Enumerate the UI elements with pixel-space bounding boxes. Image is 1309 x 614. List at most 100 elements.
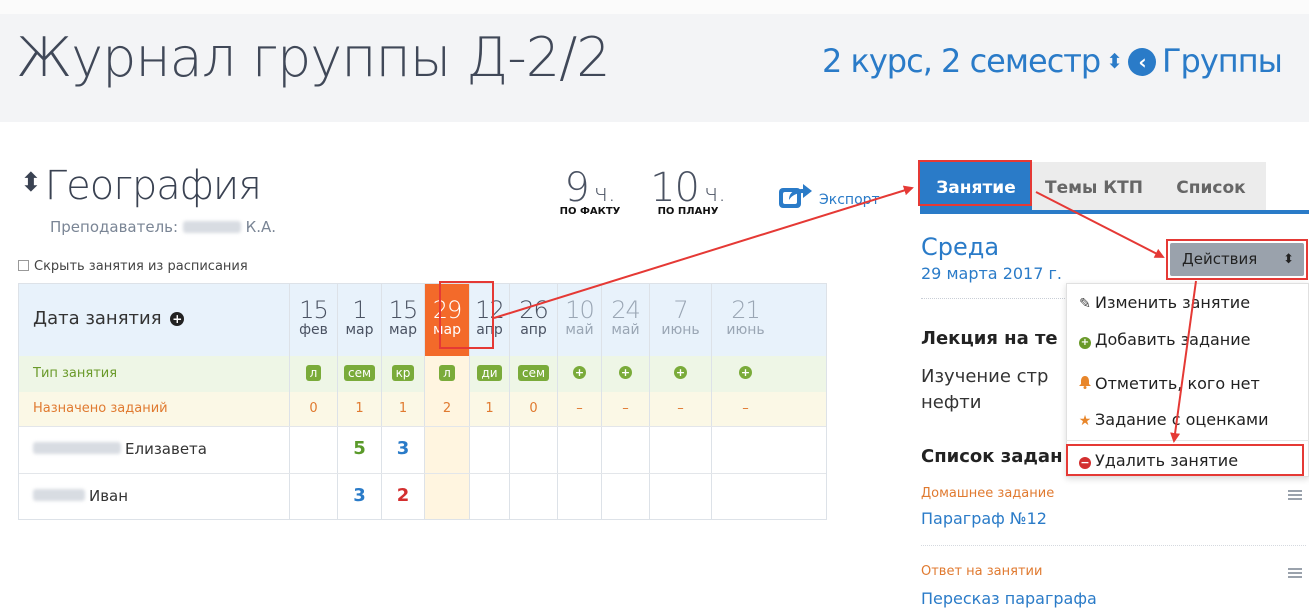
grade-cell[interactable] [469,427,509,473]
sort-icon: ⬍ [20,168,42,198]
assigned-count-cell[interactable]: 0 [509,392,557,426]
menu-item-add-task[interactable]: + Добавить задание [1077,330,1251,349]
grade-cell[interactable] [649,427,711,473]
student-name-cell: Иван [19,474,288,519]
hours-plan: 10 ч. ПО ПЛАНУ [638,168,738,217]
hours-plan-value: 10 [650,165,700,211]
add-lesson-icon[interactable]: + [739,366,752,379]
date-day: 15 [299,296,329,324]
lesson-type-cell[interactable]: сем [509,356,557,392]
assigned-count-cell[interactable]: – [711,392,779,426]
menu-item-mark-absent[interactable]: Отметить, кого нет [1077,374,1260,393]
add-date-icon[interactable]: + [170,312,185,326]
semester-selector[interactable]: 2 курс, 2 семестр ⬍ [822,42,1123,80]
grade-cell[interactable]: 5 [337,427,381,473]
export-label: Экспорт [819,192,880,208]
add-lesson-icon[interactable]: + [619,366,632,379]
student-row: Елизавета 5 3 [19,426,826,473]
tab-ktp-topics[interactable]: Темы КТП [1032,162,1156,214]
lesson-type-badge: сем [343,365,376,381]
assigned-count-cell[interactable]: 1 [337,392,381,426]
task-name-link[interactable]: Пересказ параграфа [921,589,1097,608]
grade-cell[interactable] [557,427,601,473]
grade-cell[interactable] [601,474,649,519]
assigned-count-cell[interactable]: 0 [289,392,337,426]
date-column-header[interactable]: 15 мар [381,284,424,356]
tab-list[interactable]: Список [1156,162,1266,214]
date-column-header[interactable]: 15 фев [289,284,337,356]
grade-cell[interactable] [711,427,779,473]
lesson-type-cell[interactable]: + [649,356,711,392]
lesson-type-cell[interactable]: кр [381,356,424,392]
grade-cell[interactable] [289,427,337,473]
grade-cell[interactable]: 3 [337,474,381,519]
date-month: мар [388,322,418,338]
grade-cell[interactable] [424,427,469,473]
lesson-type-cell[interactable]: л [289,356,337,392]
lesson-type-badge: л [305,365,322,381]
divider [921,545,1306,546]
lesson-type-cell[interactable]: л [424,356,469,392]
assigned-tasks-label: Назначено заданий [33,401,168,416]
lesson-type-cell[interactable]: + [711,356,779,392]
hide-lessons-toggle[interactable]: Скрыть занятия из расписания [18,259,248,274]
assigned-count: – [622,401,629,416]
groups-link[interactable]: ‹ Группы [1128,42,1283,80]
lesson-type-cell[interactable]: ди [469,356,509,392]
date-month: фев [299,322,328,338]
grade-cell[interactable] [424,474,469,519]
lesson-description: нефти [921,392,982,413]
lesson-type-cell[interactable]: сем [337,356,381,392]
assigned-count: 2 [442,401,452,416]
student-name[interactable]: Иван [33,487,128,505]
date-header-label: Дата занятия [33,308,162,329]
grade-cell[interactable] [509,474,557,519]
export-link[interactable]: Экспорт [777,180,880,210]
teacher-name-redacted [182,221,241,233]
assigned-count-cell[interactable]: – [557,392,601,426]
grade-cell[interactable] [557,474,601,519]
date-day: 10 [565,296,595,324]
date-column-header[interactable]: 10 май [557,284,601,356]
task-menu-icon[interactable] [1288,568,1302,579]
grade-cell[interactable] [711,474,779,519]
assigned-count-cell[interactable]: 2 [424,392,469,426]
assigned-count-cell[interactable]: 1 [381,392,424,426]
date-column-header[interactable]: 7 июнь [649,284,711,356]
subject-title[interactable]: ⬍ География [20,163,262,209]
lesson-type-cell[interactable]: + [601,356,649,392]
assigned-count-cell[interactable]: – [601,392,649,426]
date-column-header[interactable]: 24 май [601,284,649,356]
grade-cell[interactable] [649,474,711,519]
student-name[interactable]: Елизавета [33,440,207,458]
grade-cell[interactable] [509,427,557,473]
add-lesson-icon[interactable]: + [573,366,586,379]
hours-fact-value: 9 [564,165,589,211]
tasks-title: Список задан [921,446,1063,467]
date-column-header[interactable]: 26 апр [509,284,557,356]
lesson-type-badge: л [439,365,455,381]
add-lesson-icon[interactable]: + [674,366,687,379]
date-column-header[interactable]: 1 мар [337,284,381,356]
grade-cell[interactable] [289,474,337,519]
student-row: Иван 3 2 [19,473,826,519]
menu-item-label: Задание с оценками [1095,410,1269,429]
student-name-cell: Елизавета [19,427,288,473]
menu-item-edit-lesson[interactable]: ✎ Изменить занятие [1077,293,1250,312]
lesson-description: Изучение стр [921,366,1049,387]
lesson-type-row: Тип занятия л сем кр л ди сем + + + + [19,356,826,392]
grade-cell[interactable]: 3 [381,427,424,473]
date-header[interactable]: Дата занятия + [33,308,185,329]
menu-item-graded-task[interactable]: ★ Задание с оценками [1077,410,1269,429]
assigned-count-cell[interactable]: 1 [469,392,509,426]
task-name-link[interactable]: Параграф №12 [921,509,1047,528]
grade-cell[interactable]: 2 [381,474,424,519]
grade-cell[interactable] [469,474,509,519]
grade-cell[interactable] [601,427,649,473]
date-day: 15 [388,296,419,324]
lesson-type-cell[interactable]: + [557,356,601,392]
date-column-header[interactable]: 21 июнь [711,284,779,356]
task-menu-icon[interactable] [1288,490,1302,501]
assigned-count-cell[interactable]: – [649,392,711,426]
hide-lessons-checkbox[interactable] [18,260,29,271]
